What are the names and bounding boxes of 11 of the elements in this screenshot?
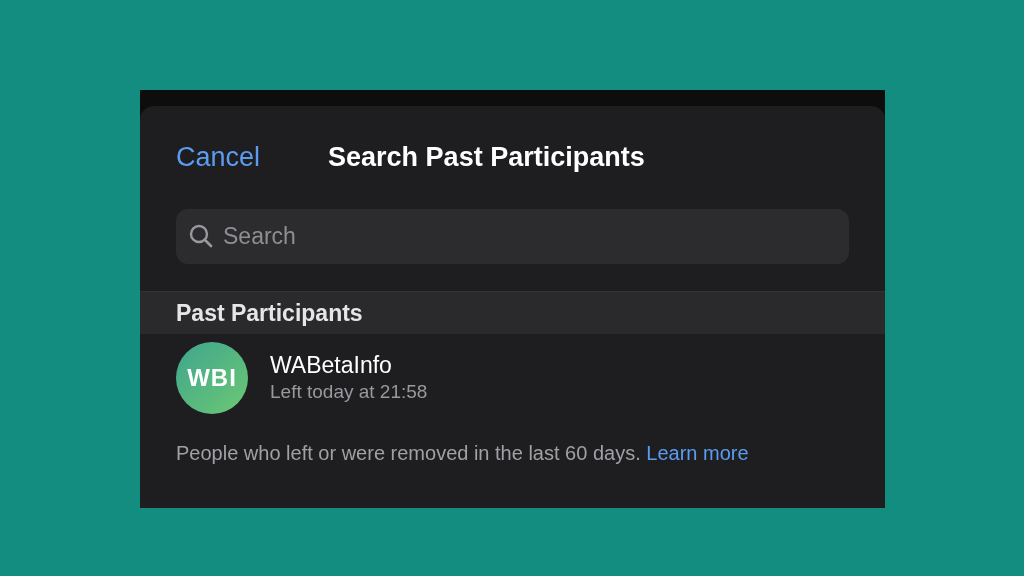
search-field[interactable]: Search [176, 209, 849, 264]
footer-note: People who left or were removed in the last 60 days. Learn more [176, 442, 749, 464]
sheet-title: Search Past Participants [328, 141, 645, 175]
participant-name: WABetaInfo [270, 351, 393, 379]
participant-row[interactable]: WBI WABetaInfo Left today at 21:58 [140, 334, 885, 414]
participant-status: Left today at 21:58 [270, 380, 428, 404]
avatar: WBI [176, 342, 248, 414]
learn-more-link[interactable]: Learn more [646, 442, 749, 464]
section-header: Past Participants [176, 298, 363, 328]
search-icon [188, 223, 214, 249]
cancel-button[interactable]: Cancel [176, 137, 261, 178]
